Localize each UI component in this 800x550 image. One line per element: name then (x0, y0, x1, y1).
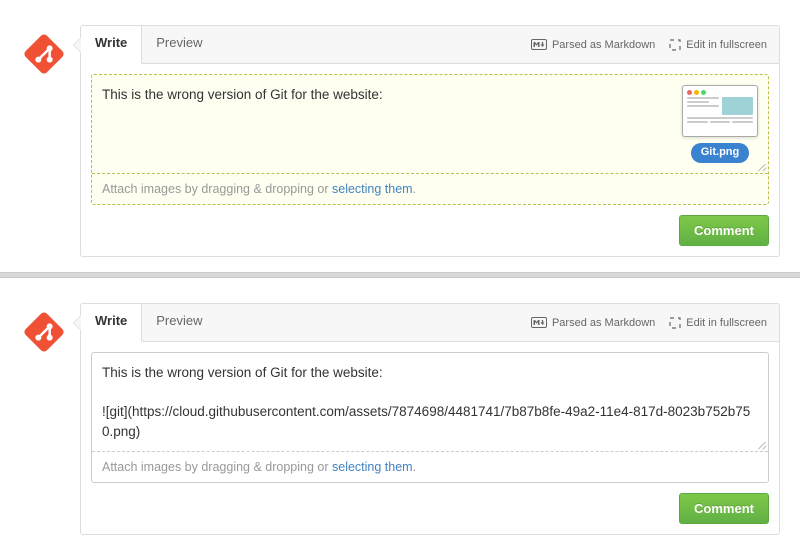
comment-box: Write Preview Parsed as Markdown Edit in (80, 303, 780, 535)
comment-button[interactable]: Comment (679, 493, 769, 524)
comment-textarea-wrap: This is the wrong version of Git for the… (91, 352, 769, 483)
git-avatar (20, 30, 68, 78)
drag-thumbnail (682, 85, 758, 137)
resize-handle[interactable] (756, 439, 766, 449)
comment-button[interactable]: Comment (679, 215, 769, 246)
fullscreen-label: Edit in fullscreen (686, 317, 767, 329)
comment-box: Write Preview Parsed as Markdown Edit in (80, 25, 780, 257)
drag-preview: Git.png (682, 85, 758, 163)
avatar-column (20, 303, 80, 535)
comment-panel-result: Write Preview Parsed as Markdown Edit in (0, 278, 800, 550)
tab-bar: Write Preview Parsed as Markdown Edit in (81, 26, 779, 64)
tab-preview[interactable]: Preview (142, 304, 217, 341)
parsed-label: Parsed as Markdown (552, 39, 655, 51)
attach-suffix: . (413, 460, 416, 474)
textarea-text: This is the wrong version of Git for the… (102, 85, 662, 105)
tab-bar: Write Preview Parsed as Markdown Edit in (81, 304, 779, 342)
attach-hint: Attach images by dragging & dropping or … (92, 451, 768, 482)
avatar-column (20, 25, 80, 257)
tab-preview[interactable]: Preview (142, 26, 217, 63)
comment-textarea[interactable]: This is the wrong version of Git for the… (92, 75, 768, 173)
comment-panel-drag: Write Preview Parsed as Markdown Edit in (0, 0, 800, 272)
tab-write[interactable]: Write (81, 304, 142, 342)
parsed-as-markdown[interactable]: Parsed as Markdown (531, 317, 655, 329)
edit-fullscreen[interactable]: Edit in fullscreen (669, 39, 767, 51)
git-icon (20, 308, 68, 356)
attach-select-link[interactable]: selecting them (332, 460, 413, 474)
tab-write[interactable]: Write (81, 26, 142, 64)
fullscreen-icon (669, 317, 681, 329)
parsed-as-markdown[interactable]: Parsed as Markdown (531, 39, 655, 51)
attach-hint: Attach images by dragging & dropping or … (92, 173, 768, 204)
git-avatar (20, 308, 68, 356)
edit-fullscreen[interactable]: Edit in fullscreen (669, 317, 767, 329)
markdown-icon (531, 317, 547, 328)
markdown-icon (531, 39, 547, 50)
drag-file-badge: Git.png (691, 143, 750, 163)
attach-prefix: Attach images by dragging & dropping or (102, 460, 332, 474)
textarea-text: This is the wrong version of Git for the… (102, 365, 750, 439)
tab-meta: Parsed as Markdown Edit in fullscreen (531, 304, 779, 341)
comment-textarea-wrap: This is the wrong version of Git for the… (91, 74, 769, 205)
parsed-label: Parsed as Markdown (552, 317, 655, 329)
resize-handle[interactable] (756, 161, 766, 171)
comment-textarea[interactable]: This is the wrong version of Git for the… (92, 353, 768, 451)
tab-meta: Parsed as Markdown Edit in fullscreen (531, 26, 779, 63)
git-icon (20, 30, 68, 78)
attach-suffix: . (413, 182, 416, 196)
attach-select-link[interactable]: selecting them (332, 182, 413, 196)
fullscreen-label: Edit in fullscreen (686, 39, 767, 51)
fullscreen-icon (669, 39, 681, 51)
attach-prefix: Attach images by dragging & dropping or (102, 182, 332, 196)
